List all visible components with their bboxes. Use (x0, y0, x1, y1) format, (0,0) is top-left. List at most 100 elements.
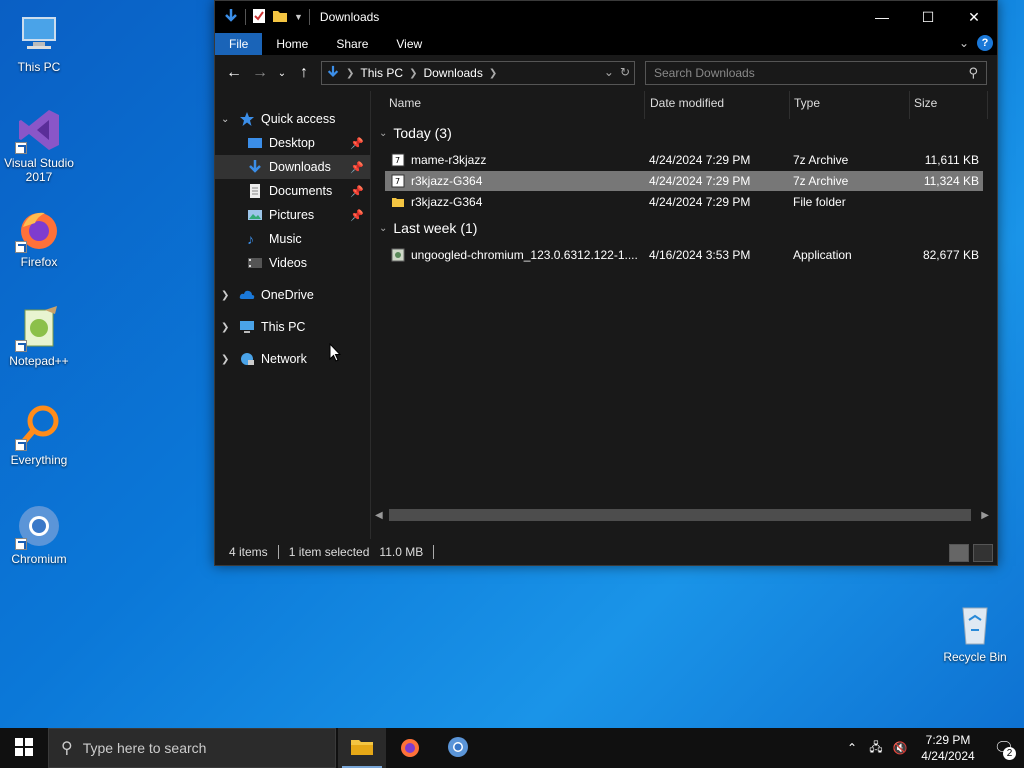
breadcrumb-separator[interactable]: ❯ (409, 68, 417, 79)
sidebar-item-desktop[interactable]: Desktop 📌 (215, 131, 370, 155)
clock-date: 4/24/2024 (921, 749, 975, 763)
scroll-left-icon[interactable]: ◀ (375, 510, 383, 521)
desktop-icon-firefox[interactable]: Firefox (0, 205, 78, 269)
back-button[interactable]: ← (221, 60, 247, 86)
sidebar-item-documents[interactable]: Documents 📌 (215, 179, 370, 203)
file-name: ungoogled-chromium_123.0.6312.122-1.... (411, 248, 638, 262)
chevron-right-icon[interactable]: ❯ (221, 290, 229, 301)
up-button[interactable]: ↑ (291, 60, 317, 86)
maximize-button[interactable]: ☐ (905, 1, 951, 33)
pictures-icon (247, 207, 263, 223)
forward-button[interactable]: → (247, 60, 273, 86)
chevron-right-icon[interactable]: ❯ (221, 322, 229, 333)
breadcrumb-separator[interactable]: ❯ (489, 68, 497, 79)
desktop-icon-label: Everything (10, 453, 68, 467)
group-label: Last week (1) (393, 220, 478, 236)
desktop-icon-label: Notepad++ (9, 354, 69, 368)
group-header-today[interactable]: ⌄ Today (3) (379, 125, 452, 141)
pin-icon: 📌 (350, 137, 364, 150)
file-type: File folder (793, 195, 846, 209)
breadcrumb-downloads[interactable]: Downloads (423, 66, 482, 80)
title-bar[interactable]: ▼ Downloads — ☐ ✕ (215, 1, 997, 33)
forward-arrow-icon: → (252, 64, 268, 81)
minimize-button[interactable]: — (859, 1, 905, 33)
column-header-name[interactable]: Name (385, 91, 645, 119)
file-list-pane: Name Date modified Type Size ⌄ Today (3)… (371, 91, 997, 539)
computer-icon (239, 319, 255, 335)
sidebar-item-label: Music (269, 232, 302, 246)
desktop-icon-visual-studio[interactable]: Visual Studio 2017 (0, 106, 78, 184)
taskbar-firefox[interactable] (386, 728, 434, 768)
show-hidden-icons-chevron-icon[interactable]: ⌃ (840, 741, 864, 755)
details-view-button[interactable] (949, 544, 969, 562)
downloads-arrow-icon (326, 65, 340, 82)
quick-access-dropdown-icon[interactable]: ▼ (294, 12, 303, 22)
tab-home[interactable]: Home (262, 33, 322, 55)
recycle-bin-icon (951, 600, 999, 648)
sidebar-item-label: Downloads (269, 160, 331, 174)
scroll-right-icon[interactable]: ▶ (981, 510, 989, 521)
file-type: Application (793, 248, 852, 262)
column-headers: Name Date modified Type Size (371, 91, 997, 119)
tab-file[interactable]: File (215, 33, 263, 55)
breadcrumb-separator[interactable]: ❯ (346, 68, 354, 79)
file-row[interactable]: ungoogled-chromium_123.0.6312.122-1.... … (385, 245, 983, 265)
chevron-down-icon[interactable]: ⌄ (221, 114, 229, 125)
sidebar-item-label: This PC (261, 320, 306, 334)
close-button[interactable]: ✕ (951, 1, 997, 33)
volume-muted-icon[interactable]: 🔇 (888, 741, 912, 755)
sidebar-item-downloads[interactable]: Downloads 📌 (215, 155, 370, 179)
column-header-date[interactable]: Date modified (646, 91, 790, 119)
tab-share[interactable]: Share (322, 33, 382, 55)
column-header-type[interactable]: Type (790, 91, 910, 119)
desktop-icon-notepadpp[interactable]: Notepad++ (0, 304, 78, 368)
recent-locations-button[interactable]: ⌄ (273, 60, 291, 86)
desktop-icon-this-pc[interactable]: This PC (0, 10, 78, 74)
desktop-icon-recycle-bin[interactable]: Recycle Bin (936, 600, 1014, 664)
desktop-icon (247, 135, 263, 151)
file-row[interactable]: 7 r3kjazz-G364 4/24/2024 7:29 PM 7z Arch… (385, 171, 983, 191)
taskbar-chromium[interactable] (434, 728, 482, 768)
clock[interactable]: 7:29 PM 4/24/2024 (912, 732, 984, 764)
scrollbar-thumb[interactable] (389, 509, 971, 521)
breadcrumb-this-pc[interactable]: This PC (360, 66, 403, 80)
horizontal-scrollbar[interactable]: ◀ ▶ (371, 507, 989, 523)
folder-icon (391, 195, 405, 209)
address-bar[interactable]: ❯ This PC ❯ Downloads ❯ ⌄ ↻ (321, 61, 635, 85)
file-row[interactable]: r3kjazz-G364 4/24/2024 7:29 PM File fold… (385, 192, 983, 212)
address-dropdown-icon[interactable]: ⌄ (604, 65, 614, 79)
file-row[interactable]: 7 mame-r3kjazz 4/24/2024 7:29 PM 7z Arch… (385, 150, 983, 170)
sidebar-item-music[interactable]: ♪ Music (215, 227, 370, 251)
sidebar-item-quick-access[interactable]: ⌄ Quick access (215, 107, 370, 131)
group-header-last-week[interactable]: ⌄ Last week (1) (379, 220, 477, 236)
taskbar-search-box[interactable]: ⚲ Type here to search (48, 728, 336, 768)
visual-studio-icon (15, 106, 63, 154)
large-icons-view-button[interactable] (973, 544, 993, 562)
refresh-icon[interactable]: ↻ (620, 65, 630, 79)
search-icon: ⚲ (61, 740, 73, 757)
maximize-icon: ☐ (921, 8, 935, 25)
new-folder-icon[interactable] (272, 8, 288, 27)
sidebar-item-label: Pictures (269, 208, 315, 222)
sidebar-item-network[interactable]: ❯ Network (215, 347, 370, 371)
start-button[interactable] (0, 728, 48, 768)
sidebar-item-this-pc[interactable]: ❯ This PC (215, 315, 370, 339)
column-header-size[interactable]: Size (910, 91, 988, 119)
tab-view[interactable]: View (382, 33, 436, 55)
taskbar-file-explorer[interactable] (338, 728, 386, 768)
sidebar-item-onedrive[interactable]: ❯ OneDrive (215, 283, 370, 307)
help-icon[interactable]: ? (977, 35, 993, 51)
sidebar-item-videos[interactable]: Videos (215, 251, 370, 275)
desktop-icon-everything[interactable]: Everything (0, 403, 78, 467)
network-icon[interactable]: 🖧 (864, 738, 888, 759)
file-size: 11,611 KB (924, 153, 979, 167)
chevron-right-icon[interactable]: ❯ (221, 354, 229, 365)
ribbon-tabs: File Home Share View ⌄ ? (215, 33, 997, 55)
system-tray: ⌃ 🖧 🔇 7:29 PM 4/24/2024 🗨 2 (840, 728, 1024, 768)
action-center-button[interactable]: 🗨 2 (984, 728, 1024, 768)
sidebar-item-pictures[interactable]: Pictures 📌 (215, 203, 370, 227)
desktop-icon-chromium[interactable]: Chromium (0, 502, 78, 566)
expand-ribbon-chevron-icon[interactable]: ⌄ (959, 36, 969, 50)
properties-icon[interactable] (252, 8, 266, 27)
search-input[interactable]: Search Downloads ⚲ (645, 61, 987, 85)
